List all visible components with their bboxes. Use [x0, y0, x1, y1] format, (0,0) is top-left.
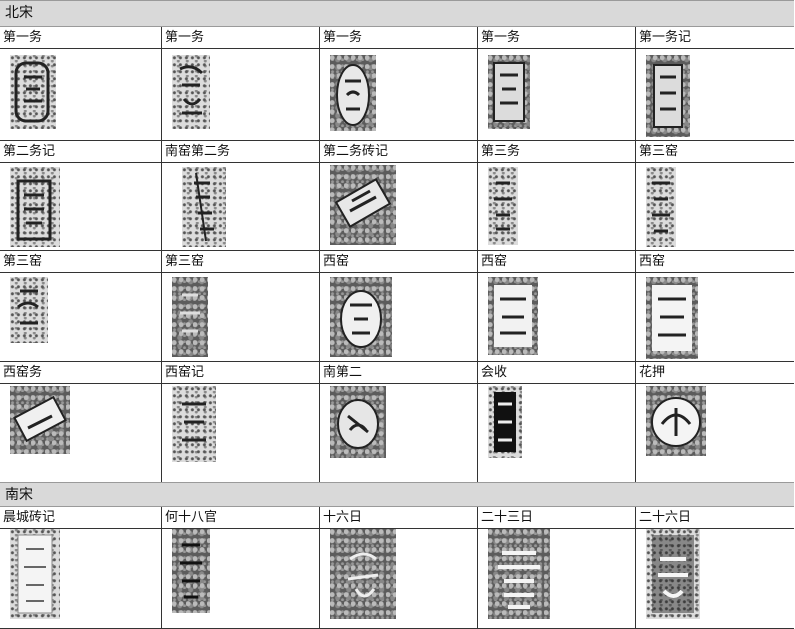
- inscription-table: 北宋 第一务 第一务 第一务 第一务 第一务记 第二务记 南窑第二务 第二务砖记…: [0, 0, 794, 629]
- cell-label: 南窑第二务: [162, 141, 319, 163]
- cell-label: 第三窑: [636, 141, 794, 163]
- cell-label: 西窑记: [162, 362, 319, 384]
- section-title: 南宋: [5, 487, 33, 503]
- table-cell: 第一务: [161, 27, 319, 140]
- cell-label: 第三窑: [0, 251, 161, 273]
- brick-rubbing-image: [646, 277, 698, 359]
- brick-rubbing-image: [646, 386, 706, 456]
- brick-rubbing-image: [10, 277, 48, 343]
- cell-label: 第一务记: [636, 27, 794, 49]
- brick-rubbing-image: [330, 165, 396, 245]
- brick-rubbing-image: [330, 277, 392, 357]
- table-row: 第一务 第一务 第一务 第一务 第一务记: [0, 27, 794, 140]
- brick-rubbing-image: [330, 529, 396, 619]
- table-row: 第三窑 第三窑 西窑 西窑 西窑: [0, 250, 794, 362]
- table-cell: 南第二: [319, 362, 477, 483]
- section-header-south-song: 南宋: [0, 482, 794, 507]
- table-cell: 第三窑: [635, 141, 794, 251]
- brick-rubbing-image: [172, 529, 210, 613]
- brick-rubbing-image: [646, 529, 700, 619]
- cell-label: 西窑: [636, 251, 794, 273]
- table-cell: 第一务: [0, 27, 161, 140]
- cell-label: 第一务: [478, 27, 635, 49]
- cell-label: 会收: [478, 362, 635, 384]
- cell-label: 花押: [636, 362, 794, 384]
- table-cell: 第二务记: [0, 141, 161, 251]
- brick-rubbing-image: [172, 55, 210, 129]
- cell-label: 何十八官: [162, 507, 319, 529]
- table-cell: 西窑记: [161, 362, 319, 483]
- cell-label: 西窑务: [0, 362, 161, 384]
- table-cell: 第一务: [319, 27, 477, 140]
- cell-label: 第一务: [162, 27, 319, 49]
- cell-label: 二十三日: [478, 507, 635, 529]
- brick-rubbing-image: [488, 386, 522, 458]
- table-cell: 第一务记: [635, 27, 794, 140]
- table-cell: 南窑第二务: [161, 141, 319, 251]
- brick-rubbing-image: [330, 386, 386, 458]
- table-cell: 第二务砖记: [319, 141, 477, 251]
- table-cell: 何十八官: [161, 507, 319, 628]
- cell-label: 第二务砖记: [320, 141, 477, 163]
- brick-rubbing-image: [182, 167, 226, 247]
- brick-rubbing-image: [172, 386, 216, 462]
- brick-rubbing-image: [488, 529, 550, 619]
- table-cell: 西窑务: [0, 362, 161, 483]
- brick-rubbing-image: [646, 167, 676, 247]
- cell-label: 第三窑: [162, 251, 319, 273]
- brick-rubbing-image: [172, 277, 208, 357]
- table-row: 第二务记 南窑第二务 第二务砖记 第三务 第三窑: [0, 140, 794, 251]
- cell-label: 第一务: [0, 27, 161, 49]
- table-cell: 十六日: [319, 507, 477, 628]
- table-cell: 花押: [635, 362, 794, 483]
- brick-rubbing-image: [10, 386, 70, 454]
- cell-label: 第一务: [320, 27, 477, 49]
- cell-label: 西窑: [320, 251, 477, 273]
- cell-label: 西窑: [478, 251, 635, 273]
- table-cell: 第三务: [477, 141, 635, 251]
- brick-rubbing-image: [488, 167, 518, 245]
- cell-label: 第二务记: [0, 141, 161, 163]
- table-cell: 西窑: [477, 251, 635, 362]
- table-cell: 二十三日: [477, 507, 635, 628]
- brick-rubbing-image: [488, 277, 538, 355]
- table-cell: 西窑: [319, 251, 477, 362]
- table-cell: 会收: [477, 362, 635, 483]
- cell-label: 第三务: [478, 141, 635, 163]
- brick-rubbing-image: [488, 55, 530, 129]
- cell-label: 十六日: [320, 507, 477, 529]
- table-row: 晨城砖记 何十八官 十六日 二十三日 二十六日: [0, 507, 794, 628]
- table-cell: 第三窑: [161, 251, 319, 362]
- table-cell: 第一务: [477, 27, 635, 140]
- table-cell: 二十六日: [635, 507, 794, 628]
- brick-rubbing-image: [10, 167, 60, 247]
- brick-rubbing-image: [646, 55, 690, 137]
- table-cell: 第三窑: [0, 251, 161, 362]
- brick-rubbing-image: [10, 529, 60, 619]
- table-cell: 晨城砖记: [0, 507, 161, 628]
- section-header-north-song: 北宋: [0, 0, 794, 27]
- brick-rubbing-image: [10, 55, 56, 129]
- brick-rubbing-image: [330, 55, 376, 131]
- cell-label: 南第二: [320, 362, 477, 384]
- cell-label: 二十六日: [636, 507, 794, 529]
- table-row: 西窑务 西窑记 南第二 会收 花押: [0, 361, 794, 483]
- section-title: 北宋: [5, 5, 33, 21]
- table-cell: 西窑: [635, 251, 794, 362]
- cell-label: 晨城砖记: [0, 507, 161, 529]
